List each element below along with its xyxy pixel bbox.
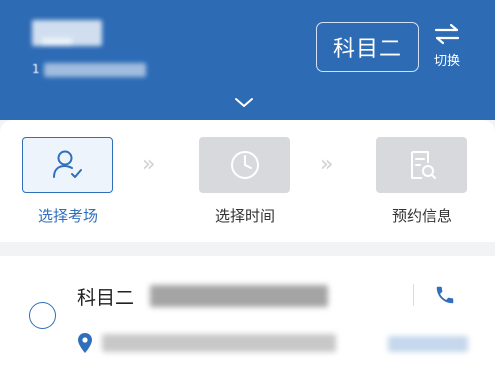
step-separator-1: » <box>142 152 156 177</box>
switch-button[interactable]: 切换 <box>428 22 466 72</box>
site-name-redacted <box>150 285 328 307</box>
location-pin-icon <box>78 333 92 353</box>
switch-label: 切换 <box>433 54 460 69</box>
site-radio[interactable] <box>29 302 56 329</box>
step-booking-info[interactable] <box>376 137 467 193</box>
subject-label: 科目二 <box>332 37 402 62</box>
subject-button[interactable]: 科目二 <box>316 22 419 72</box>
clock-icon <box>230 151 259 179</box>
step-label-booking-info: 预约信息 <box>391 207 452 225</box>
step-select-site[interactable] <box>22 137 113 193</box>
person-check-icon <box>52 150 82 178</box>
site-name-prefix: 科目二 <box>77 287 135 309</box>
booking-steps: » » 选择考场 选择时间 预约信息 <box>0 120 495 242</box>
document-search-icon <box>410 151 436 179</box>
app-header: 1 科目二 切换 <box>0 0 495 120</box>
user-name-redacted <box>32 20 102 46</box>
site-distance-redacted <box>388 336 468 352</box>
user-id-redacted <box>44 63 146 77</box>
chevron-down-icon[interactable] <box>233 96 255 110</box>
user-id-prefix: 1 <box>32 62 40 76</box>
step-select-time[interactable] <box>199 137 290 193</box>
phone-icon[interactable] <box>434 284 456 306</box>
step-separator-2: » <box>320 152 334 177</box>
switch-arrows-icon <box>434 23 460 45</box>
step-label-select-site: 选择考场 <box>37 207 98 225</box>
step-label-select-time: 选择时间 <box>214 207 275 225</box>
exam-site-item[interactable]: 科目二 <box>0 256 495 377</box>
divider <box>413 284 414 306</box>
site-address-redacted <box>102 334 336 352</box>
